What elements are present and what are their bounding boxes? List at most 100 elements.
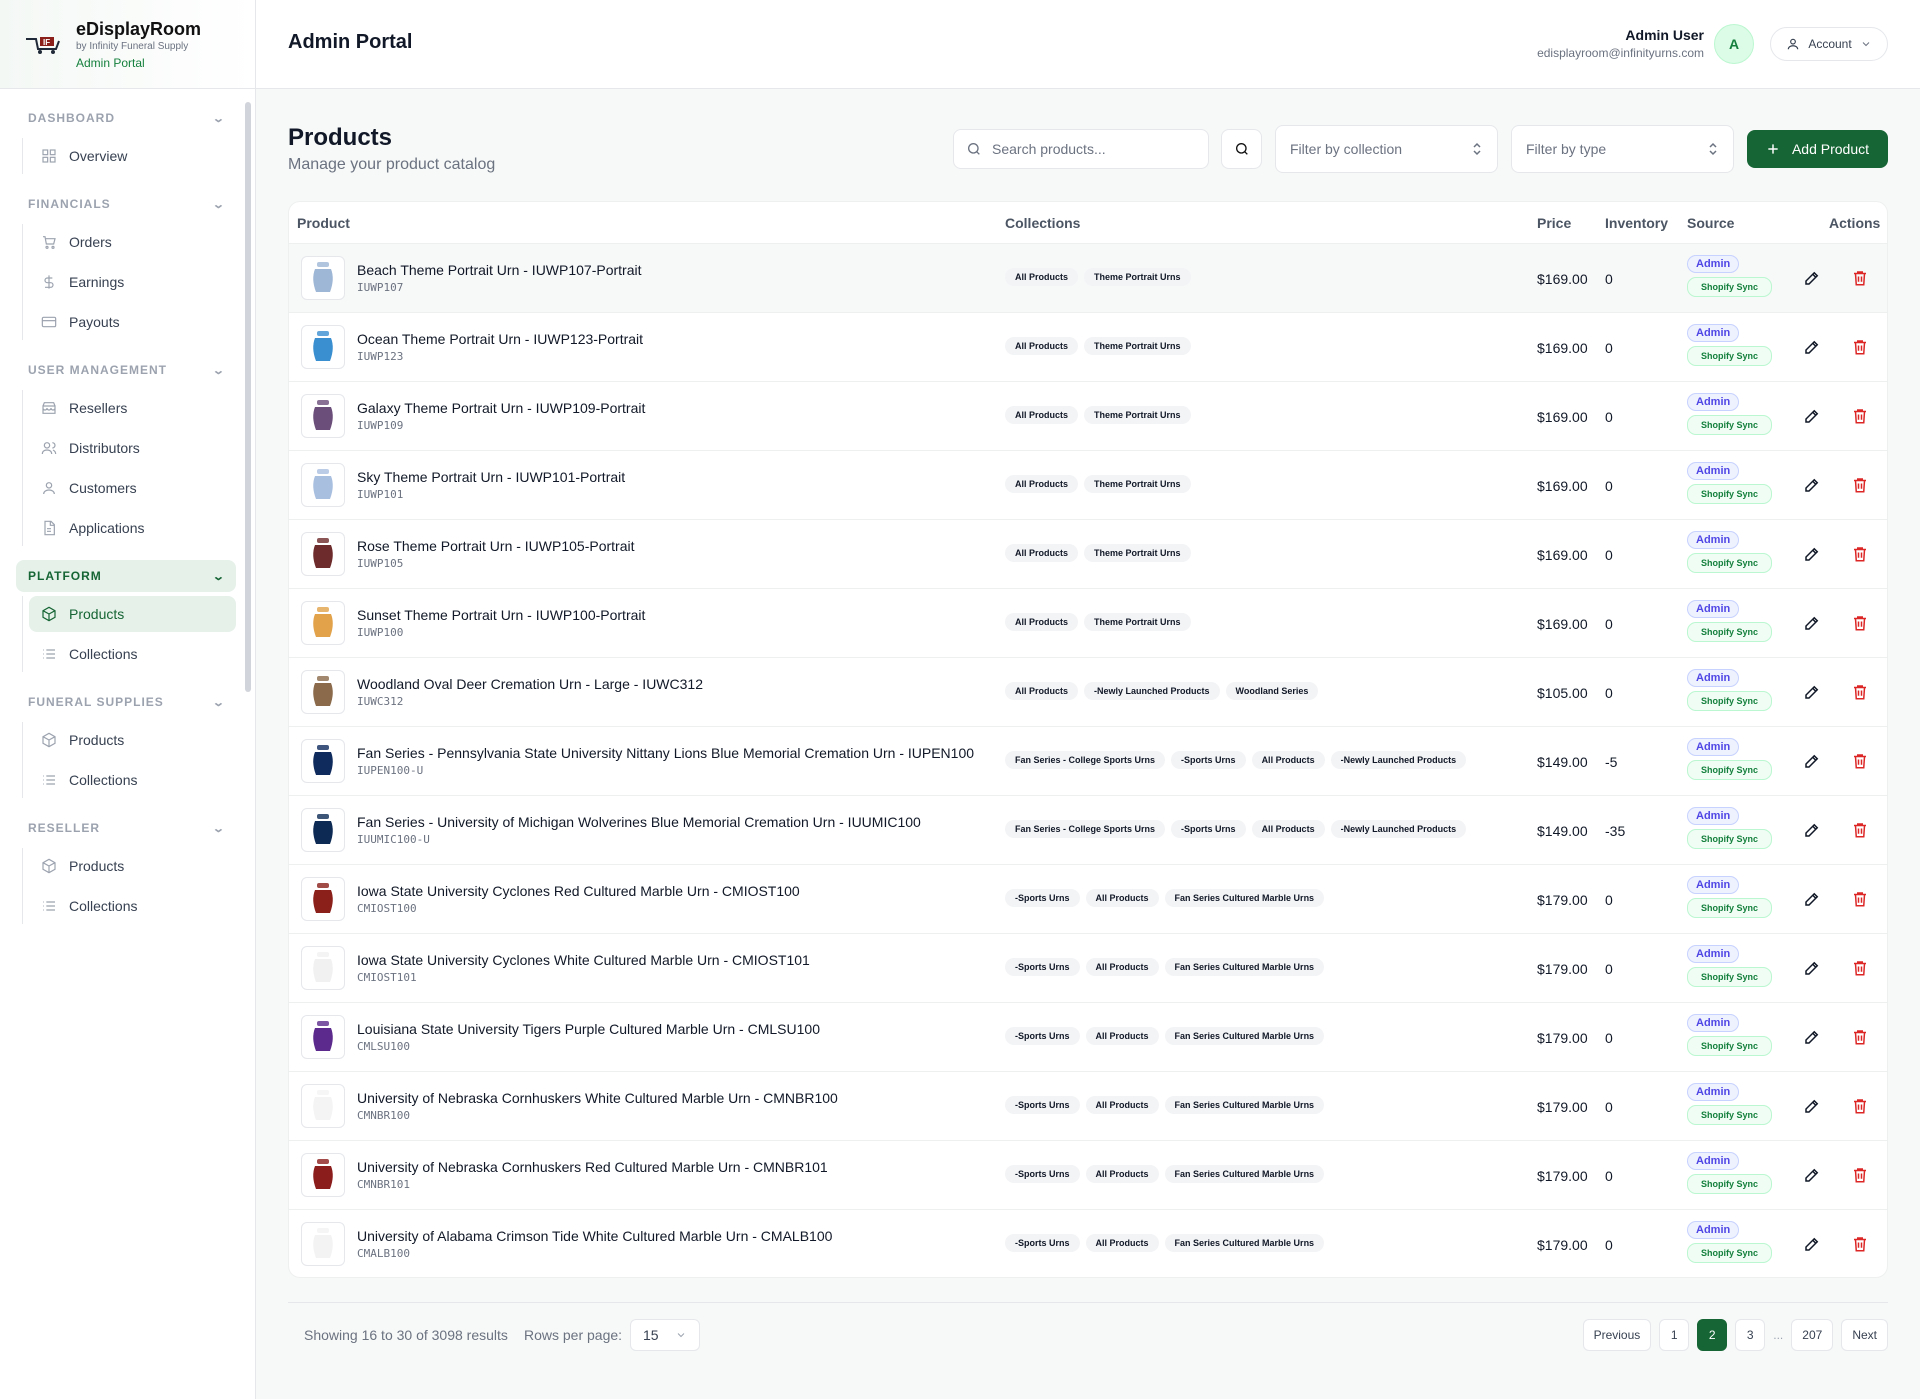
page-button-1[interactable]: 1: [1659, 1319, 1690, 1351]
sidebar-item-resellers[interactable]: Resellers: [29, 390, 236, 426]
col-source[interactable]: Source: [1687, 215, 1734, 231]
table-row[interactable]: Sunset Theme Portrait Urn - IUWP100-Port…: [289, 589, 1887, 658]
table-row[interactable]: Sky Theme Portrait Urn - IUWP101-Portrai…: [289, 451, 1887, 520]
sidebar-item-customers[interactable]: Customers: [29, 470, 236, 506]
table-row[interactable]: Fan Series - University of Michigan Wolv…: [289, 796, 1887, 865]
edit-icon[interactable]: [1803, 821, 1821, 839]
rows-per-page-select[interactable]: 15: [630, 1319, 700, 1351]
next-page-button[interactable]: Next: [1841, 1319, 1888, 1351]
page-button-2[interactable]: 2: [1697, 1319, 1728, 1351]
col-product[interactable]: Product: [297, 215, 350, 231]
edit-icon[interactable]: [1803, 614, 1821, 632]
table-row[interactable]: University of Nebraska Cornhuskers Red C…: [289, 1141, 1887, 1210]
sidebar-section-user-management[interactable]: USER MANAGEMENT ⌄: [16, 354, 236, 386]
sidebar-section-dashboard[interactable]: DASHBOARD ⌄: [16, 102, 236, 134]
sidebar-item-overview[interactable]: Overview: [29, 138, 236, 174]
table-row[interactable]: Iowa State University Cyclones Red Cultu…: [289, 865, 1887, 934]
trash-icon[interactable]: [1851, 1097, 1869, 1115]
edit-icon[interactable]: [1803, 683, 1821, 701]
sidebar-group: Resellers Distributors Customers Applicatio…: [22, 390, 236, 546]
trash-icon[interactable]: [1851, 545, 1869, 563]
trash-icon[interactable]: [1851, 959, 1869, 977]
collection-tag: -Newly Launched Products: [1330, 820, 1467, 838]
trash-icon[interactable]: [1851, 407, 1869, 425]
edit-icon[interactable]: [1803, 338, 1821, 356]
table-row[interactable]: Louisiana State University Tigers Purple…: [289, 1003, 1887, 1072]
edit-icon[interactable]: [1803, 890, 1821, 908]
trash-icon[interactable]: [1851, 683, 1869, 701]
trash-icon[interactable]: [1851, 269, 1869, 287]
store-icon: [41, 400, 57, 416]
sidebar-item-products[interactable]: Products: [29, 848, 236, 884]
chevron-down-icon: ⌄: [211, 570, 227, 583]
sidebar-item-collections[interactable]: Collections: [29, 888, 236, 924]
trash-icon[interactable]: [1851, 338, 1869, 356]
product-name: Galaxy Theme Portrait Urn - IUWP109-Port…: [357, 400, 646, 416]
sidebar-item-orders[interactable]: Orders: [29, 224, 236, 260]
table-row[interactable]: Galaxy Theme Portrait Urn - IUWP109-Port…: [289, 382, 1887, 451]
sidebar-item-label: Overview: [69, 148, 128, 164]
add-product-button[interactable]: Add Product: [1747, 130, 1888, 168]
table-row[interactable]: University of Nebraska Cornhuskers White…: [289, 1072, 1887, 1141]
users-icon: [41, 440, 57, 456]
trash-icon[interactable]: [1851, 476, 1869, 494]
sidebar-section-platform[interactable]: PLATFORM ⌄: [16, 560, 236, 592]
source-admin-badge: Admin: [1687, 393, 1740, 411]
sidebar-item-label: Collections: [69, 772, 138, 788]
sidebar-nav: DASHBOARD ⌄ Overview FINANCIALS ⌄ Orders Earni…: [16, 102, 236, 952]
table-row[interactable]: University of Alabama Crimson Tide White…: [289, 1210, 1887, 1277]
edit-icon[interactable]: [1803, 1028, 1821, 1046]
page-button-3[interactable]: 3: [1735, 1319, 1766, 1351]
sidebar-section-financials[interactable]: FINANCIALS ⌄: [16, 188, 236, 220]
trash-icon[interactable]: [1851, 821, 1869, 839]
edit-icon[interactable]: [1803, 752, 1821, 770]
avatar[interactable]: A: [1714, 24, 1754, 64]
sidebar-scrollbar[interactable]: [245, 102, 251, 692]
col-collections[interactable]: Collections: [1005, 215, 1080, 231]
edit-icon[interactable]: [1803, 476, 1821, 494]
table-row[interactable]: Rose Theme Portrait Urn - IUWP105-Portra…: [289, 520, 1887, 589]
search-input[interactable]: [992, 141, 1192, 157]
account-button[interactable]: Account: [1770, 27, 1888, 61]
edit-icon[interactable]: [1803, 1235, 1821, 1253]
sidebar-item-applications[interactable]: Applications: [29, 510, 236, 546]
table-row[interactable]: Woodland Oval Deer Cremation Urn - Large…: [289, 658, 1887, 727]
filter-collection-select[interactable]: Filter by collection: [1275, 125, 1498, 173]
col-inventory[interactable]: Inventory: [1605, 215, 1668, 231]
edit-icon[interactable]: [1803, 407, 1821, 425]
edit-icon[interactable]: [1803, 269, 1821, 287]
filter-type-select[interactable]: Filter by type: [1511, 125, 1734, 173]
trash-icon[interactable]: [1851, 752, 1869, 770]
col-price[interactable]: Price: [1537, 215, 1571, 231]
table-row[interactable]: Fan Series - Pennsylvania State Universi…: [289, 727, 1887, 796]
table-row[interactable]: Beach Theme Portrait Urn - IUWP107-Portr…: [289, 244, 1887, 313]
sidebar-section-reseller[interactable]: RESELLER ⌄: [16, 812, 236, 844]
trash-icon[interactable]: [1851, 1235, 1869, 1253]
collection-tag: Theme Portrait Urns: [1084, 337, 1191, 355]
sidebar-item-products[interactable]: Products: [29, 722, 236, 758]
source-admin-badge: Admin: [1687, 669, 1740, 687]
sidebar-item-payouts[interactable]: Payouts: [29, 304, 236, 340]
edit-icon[interactable]: [1803, 1097, 1821, 1115]
sidebar-section-funeral-supplies[interactable]: FUNERAL SUPPLIES ⌄: [16, 686, 236, 718]
trash-icon[interactable]: [1851, 890, 1869, 908]
table-row[interactable]: Ocean Theme Portrait Urn - IUWP123-Portr…: [289, 313, 1887, 382]
sidebar-item-collections[interactable]: Collections: [29, 636, 236, 672]
brand-header[interactable]: IF eDisplayRoom by Infinity Funeral Supp…: [0, 0, 255, 89]
trash-icon[interactable]: [1851, 1028, 1869, 1046]
trash-icon[interactable]: [1851, 614, 1869, 632]
previous-page-button[interactable]: Previous: [1582, 1319, 1652, 1351]
edit-icon[interactable]: [1803, 1166, 1821, 1184]
sidebar-item-earnings[interactable]: Earnings: [29, 264, 236, 300]
trash-icon[interactable]: [1851, 1166, 1869, 1184]
edit-icon[interactable]: [1803, 959, 1821, 977]
edit-icon[interactable]: [1803, 545, 1821, 563]
page-button-207[interactable]: 207: [1791, 1319, 1834, 1351]
sidebar-item-collections[interactable]: Collections: [29, 762, 236, 798]
search-button[interactable]: [1221, 129, 1262, 169]
product-sku: CMIOST100: [357, 902, 417, 915]
sidebar-item-products[interactable]: Products: [29, 596, 236, 632]
product-thumbnail: [301, 394, 345, 438]
sidebar-item-distributors[interactable]: Distributors: [29, 430, 236, 466]
table-row[interactable]: Iowa State University Cyclones White Cul…: [289, 934, 1887, 1003]
